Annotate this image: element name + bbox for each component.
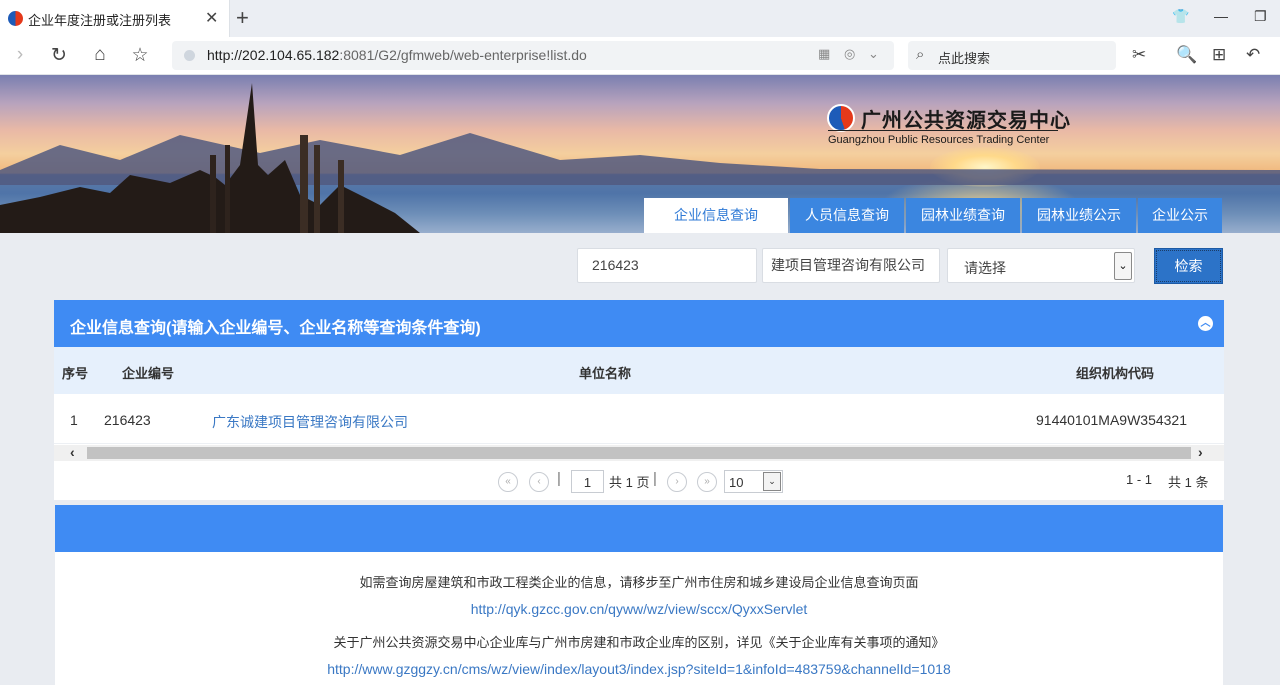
url-text[interactable]: http://202.104.65.182:8081/G2/gfmweb/web… [207, 47, 587, 63]
chevron-down-icon[interactable]: ⌄ [763, 472, 781, 491]
nav-tab-landscape-performance-notice[interactable]: 园林业绩公示 [1022, 198, 1136, 233]
cell-company-link[interactable]: 广东诚建项目管理咨询有限公司 [212, 412, 408, 432]
logo-chinese-name: 广州公共资源交易中心 [861, 110, 1071, 132]
scroll-right-icon[interactable]: › [1198, 444, 1203, 460]
range-text: 1 - 1 [1126, 472, 1153, 487]
page-size-select[interactable]: 10 ⌄ [724, 470, 783, 493]
category-select[interactable]: 请选择 ⌄ [947, 248, 1135, 283]
scrollbar-thumb[interactable] [87, 447, 1191, 459]
scissors-icon[interactable]: ✂ [1132, 45, 1146, 65]
browser-toolbar: › ↻ ⌂ ☆ http://202.104.65.182:8081/G2/gf… [0, 37, 1280, 75]
address-bar[interactable]: http://202.104.65.182:8081/G2/gfmweb/web… [172, 41, 894, 70]
browser-search-placeholder: 点此搜索 [938, 51, 991, 66]
table-header: 序号 企业编号 单位名称 组织机构代码 [54, 347, 1224, 394]
notice-line-difference: 关于广州公共资源交易中心企业库与广州市房建和市政企业库的区别，详见《关于企业库有… [333, 635, 945, 650]
total-pages-text: 共 1 页 [609, 475, 650, 490]
close-tab-icon[interactable]: ✕ [205, 8, 218, 28]
last-page-icon[interactable]: » [697, 472, 717, 492]
reload-icon[interactable]: ↻ [47, 44, 71, 67]
site-logo[interactable]: 广州公共资源交易中心 Guangzhou Public Resources Tr… [825, 102, 1070, 152]
column-header-index: 序号 [62, 366, 89, 381]
browser-tabbar: 企业年度注册或注册列表 ✕ + 👕 — ❐ [0, 0, 1280, 37]
column-header-name: 单位名称 [579, 366, 632, 381]
panel-title: 企业信息查询(请输入企业编号、企业名称等查询条件查询) [70, 320, 481, 337]
notice-header-bar [55, 505, 1223, 552]
pagination: « ‹ | 1 共 1 页 | › » 10 ⌄ 1 - 1 共 1 条 [54, 462, 1224, 500]
scroll-left-icon[interactable]: ‹ [70, 444, 75, 460]
apps-grid-icon[interactable]: ⊞ [1212, 45, 1226, 65]
site-favicon-icon [8, 11, 23, 26]
nav-tab-landscape-performance-query[interactable]: 园林业绩查询 [906, 198, 1020, 233]
enterprise-name-input[interactable]: 建项目管理咨询有限公司 [762, 248, 940, 283]
bookmark-star-icon[interactable]: ☆ [128, 44, 152, 67]
magnifier-icon[interactable]: 🔍 [1176, 45, 1197, 65]
browser-search-box[interactable]: ⌕ 点此搜索 [908, 41, 1116, 70]
search-button[interactable]: 检索 [1154, 248, 1223, 284]
reader-mode-icon[interactable]: ◎ [844, 46, 855, 62]
column-header-org-code: 组织机构代码 [1076, 366, 1155, 381]
logo-mark-icon [827, 104, 855, 132]
minimize-icon[interactable]: — [1214, 8, 1228, 24]
first-page-icon[interactable]: « [498, 472, 518, 492]
home-icon[interactable]: ⌂ [88, 44, 112, 66]
restore-icon[interactable]: ❐ [1254, 8, 1267, 25]
site-banner: 广州公共资源交易中心 Guangzhou Public Resources Tr… [0, 75, 1280, 233]
search-icon: ⌕ [916, 46, 925, 63]
chevron-down-icon[interactable]: ⌄ [868, 46, 879, 62]
page-number-input[interactable]: 1 [571, 470, 604, 493]
undo-icon[interactable]: ↶ [1246, 45, 1260, 65]
notice-link-housing-query[interactable]: http://qyk.gzcc.gov.cn/qyww/wz/view/sccx… [55, 601, 1223, 617]
shirt-icon[interactable]: 👕 [1172, 8, 1189, 25]
nav-tab-personnel-query[interactable]: 人员信息查询 [790, 198, 904, 233]
logo-english-name: Guangzhou Public Resources Trading Cente… [828, 134, 1050, 146]
prev-page-icon[interactable]: ‹ [529, 472, 549, 492]
nav-tab-enterprise-notice[interactable]: 企业公示 [1138, 198, 1222, 233]
new-tab-icon[interactable]: + [236, 5, 249, 31]
site-info-icon[interactable] [184, 50, 195, 61]
qr-code-icon[interactable]: ▦ [818, 46, 830, 62]
enterprise-code-input[interactable]: 216423 [577, 248, 757, 283]
next-page-icon[interactable]: › [667, 472, 687, 492]
column-header-code: 企业编号 [122, 366, 175, 381]
collapse-up-icon[interactable]: ︿ [1198, 316, 1213, 331]
cell-index: 1 [70, 412, 78, 428]
panel-header: 企业信息查询(请输入企业编号、企业名称等查询条件查询) ︿ [54, 300, 1224, 347]
chevron-down-icon[interactable]: ⌄ [1114, 252, 1132, 280]
notice-box: 如需查询房屋建筑和市政工程类企业的信息，请移步至广州市住房和城乡建设局企业信息查… [55, 552, 1223, 685]
cell-code: 216423 [104, 412, 151, 428]
category-select-value: 请选择 [964, 260, 1006, 276]
page-size-value: 10 [729, 475, 744, 490]
horizontal-scrollbar[interactable]: ‹ › [54, 444, 1224, 461]
city-skyline [0, 83, 420, 233]
cell-org-code: 91440101MA9W354321 [1036, 412, 1188, 428]
table-row: 1 216423 广东诚建项目管理咨询有限公司 91440101MA9W3543… [54, 394, 1224, 444]
results-panel: 企业信息查询(请输入企业编号、企业名称等查询条件查询) ︿ 序号 企业编号 单位… [54, 300, 1224, 500]
nav-tab-enterprise-query[interactable]: 企业信息查询 [644, 198, 788, 233]
notice-link-announcement[interactable]: http://www.gzggzy.cn/cms/wz/view/index/l… [55, 661, 1223, 677]
browser-tab[interactable]: 企业年度注册或注册列表 ✕ [0, 0, 230, 37]
notice-line-housing: 如需查询房屋建筑和市政工程类企业的信息，请移步至广州市住房和城乡建设局企业信息查… [359, 575, 919, 590]
forward-icon[interactable]: › [8, 44, 32, 66]
total-records-text: 共 1 条 [1168, 475, 1209, 490]
tab-title: 企业年度注册或注册列表 [28, 13, 172, 28]
